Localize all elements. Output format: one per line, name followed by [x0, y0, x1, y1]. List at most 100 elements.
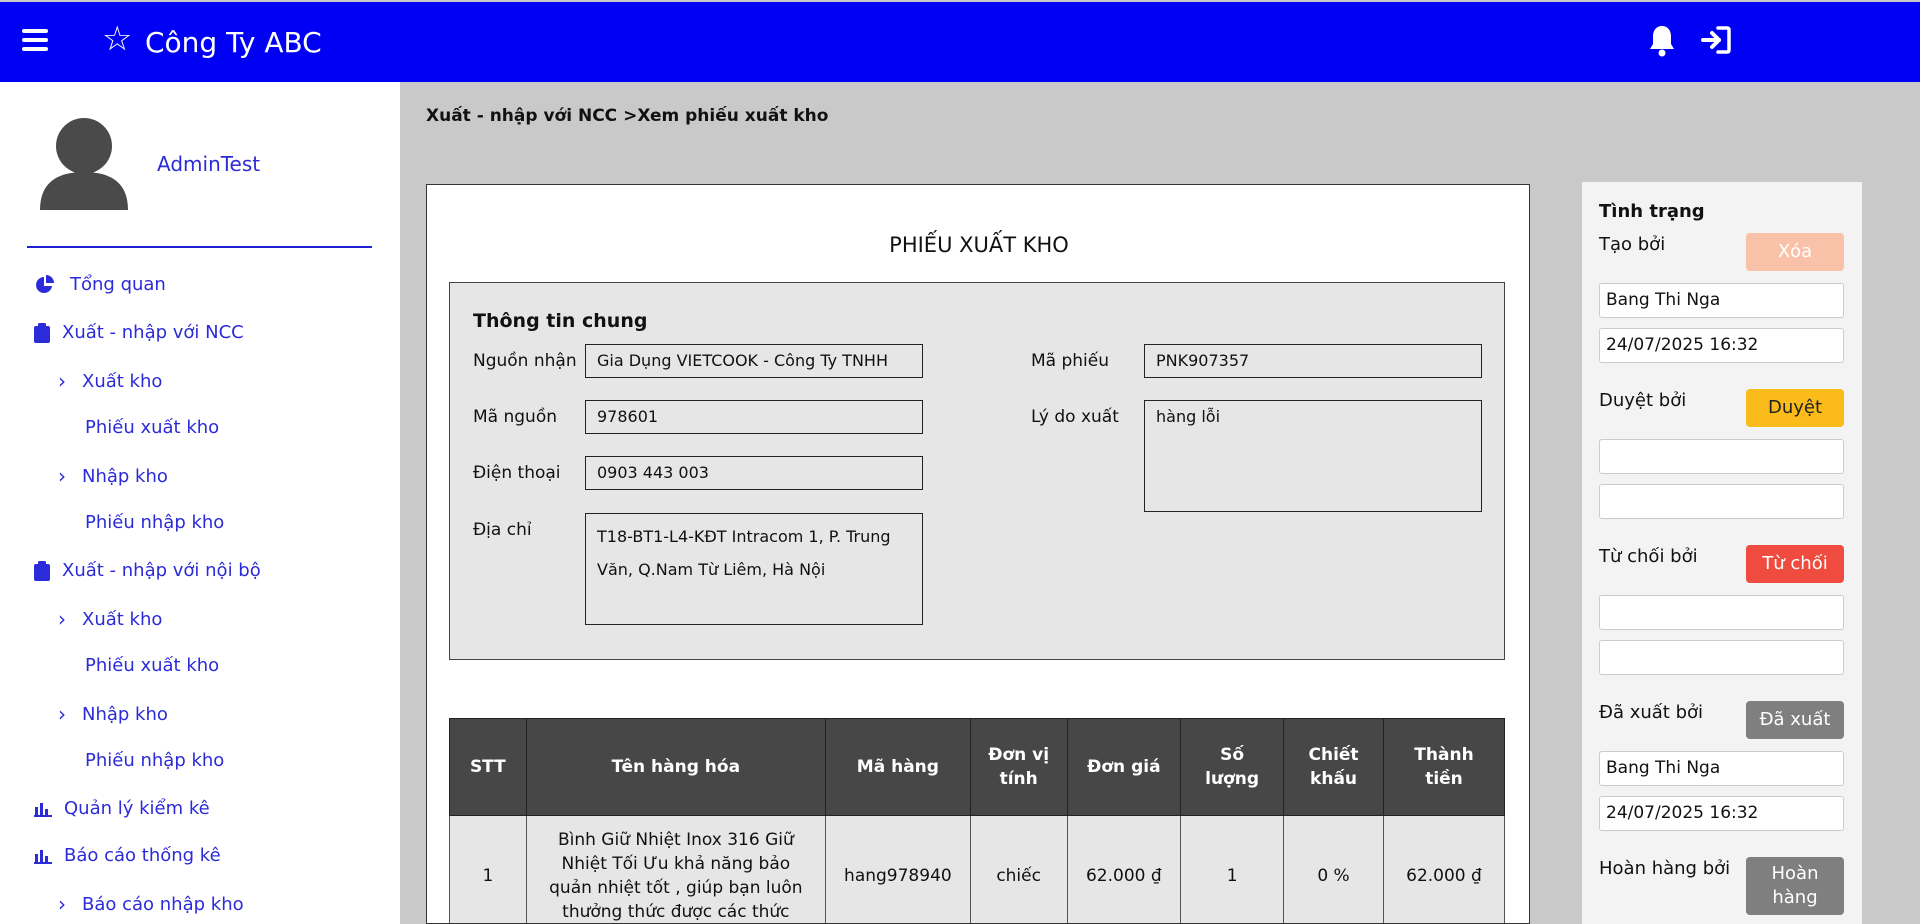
- phone-label: Điện thoại: [473, 463, 561, 483]
- slip-code-field[interactable]: PNK907357: [1144, 344, 1482, 378]
- bar-chart-icon: [34, 802, 52, 817]
- nav-internal[interactable]: Xuất - nhập với nội bộ: [34, 560, 261, 581]
- delete-button[interactable]: Xóa: [1746, 233, 1844, 271]
- nav-internal-label: Xuất - nhập với nội bộ: [62, 560, 261, 581]
- star-icon: ☆: [102, 19, 133, 59]
- returned-by-label: Hoàn hàng bởi: [1599, 858, 1731, 879]
- nav-overview-label: Tổng quan: [70, 274, 166, 295]
- status-title: Tình trạng: [1599, 201, 1705, 222]
- nav-internal-export[interactable]: › Xuất kho: [58, 607, 162, 631]
- nav-ncc-export-slip[interactable]: Phiếu xuất kho: [85, 417, 219, 438]
- general-info-box: Thông tin chung Nguồn nhận Gia Dụng VIET…: [449, 282, 1505, 660]
- chevron-right-icon: ›: [58, 607, 66, 631]
- created-at-field[interactable]: 24/07/2025 16:32: [1599, 328, 1844, 363]
- cell-product-code: hang978940: [824, 815, 971, 923]
- cell-unit: chiếc: [969, 815, 1068, 923]
- nav-ncc[interactable]: Xuất - nhập với NCC: [34, 322, 244, 343]
- nav-overview[interactable]: Tổng quan: [34, 274, 166, 295]
- source-code-label: Mã nguồn: [473, 407, 558, 427]
- col-header: Thành tiền: [1383, 718, 1505, 816]
- nav-ncc-import-slip[interactable]: Phiếu nhập kho: [85, 512, 224, 533]
- rejected-at-field[interactable]: [1599, 640, 1844, 675]
- return-button[interactable]: Hoàn hàng: [1746, 857, 1844, 915]
- items-table: STT Tên hàng hóa Mã hàng Đơn vị tính Đơn…: [449, 718, 1505, 923]
- export-slip: PHIẾU XUẤT KHO Thông tin chung Nguồn nhậ…: [426, 184, 1530, 924]
- col-header: Số lượng: [1180, 718, 1285, 816]
- reason-label: Lý do xuất: [1031, 407, 1119, 427]
- reason-field[interactable]: hàng lỗi: [1144, 400, 1482, 512]
- address-field[interactable]: T18-BT1-L4-KĐT Intracom 1, P. Trung Văn,…: [585, 513, 923, 625]
- nav-internal-import-slip[interactable]: Phiếu nhập kho: [85, 750, 224, 771]
- approved-at-field[interactable]: [1599, 484, 1844, 519]
- table-header-row: STT Tên hàng hóa Mã hàng Đơn vị tính Đơn…: [449, 718, 1505, 816]
- address-label: Địa chỉ: [473, 520, 532, 540]
- chevron-right-icon: ›: [58, 702, 66, 726]
- exported-button[interactable]: Đã xuất: [1746, 701, 1844, 739]
- top-bar: ☆ Công Ty ABC: [0, 2, 1920, 82]
- col-header: STT: [449, 718, 527, 816]
- clipboard-icon: [34, 560, 50, 581]
- company-name: Công Ty ABC: [145, 26, 322, 59]
- source-label: Nguồn nhận: [473, 351, 577, 371]
- bar-chart-icon: [34, 849, 52, 864]
- rejected-by-field[interactable]: [1599, 595, 1844, 630]
- slip-code-label: Mã phiếu: [1031, 351, 1110, 371]
- status-panel: Tình trạng Tạo bởi Xóa Bang Thi Nga 24/0…: [1582, 182, 1862, 924]
- col-header: Tên hàng hóa: [525, 718, 826, 816]
- created-by-label: Tạo bởi: [1599, 234, 1666, 255]
- page-title: PHIẾU XUẤT KHO: [889, 233, 1069, 257]
- pie-chart-icon: [36, 274, 54, 293]
- nav-inventory[interactable]: Quản lý kiểm kê: [34, 798, 210, 819]
- nav-reports-import[interactable]: › Báo cáo nhập kho: [58, 892, 244, 916]
- created-by-field[interactable]: Bang Thi Nga: [1599, 283, 1844, 318]
- clipboard-icon: [34, 322, 50, 343]
- nav-reports[interactable]: Báo cáo thống kê: [34, 845, 221, 866]
- nav-ncc-label: Xuất - nhập với NCC: [62, 322, 244, 343]
- sidebar-divider: [27, 246, 372, 248]
- phone-field[interactable]: 0903 443 003: [585, 456, 923, 490]
- rejected-by-label: Từ chối bởi: [1599, 546, 1698, 567]
- nav-ncc-export-label: Xuất kho: [82, 370, 163, 392]
- reject-button[interactable]: Từ chối: [1746, 545, 1844, 583]
- breadcrumb: Xuất - nhập với NCC >Xem phiếu xuất kho: [426, 106, 829, 126]
- nav-reports-import-label: Báo cáo nhập kho: [82, 893, 244, 915]
- nav-internal-export-label: Xuất kho: [82, 608, 163, 630]
- approved-by-label: Duyệt bởi: [1599, 390, 1687, 411]
- bell-icon[interactable]: [1648, 24, 1676, 58]
- nav-ncc-import-label: Nhập kho: [82, 465, 168, 487]
- cell-discount: 0 %: [1283, 815, 1384, 923]
- col-header: Mã hàng: [824, 718, 971, 816]
- exported-by-field[interactable]: Bang Thi Nga: [1599, 751, 1844, 786]
- approve-button[interactable]: Duyệt: [1746, 389, 1844, 427]
- user-avatar-icon: [40, 118, 128, 210]
- nav-inventory-label: Quản lý kiểm kê: [64, 798, 210, 819]
- nav-ncc-export[interactable]: › Xuất kho: [58, 369, 162, 393]
- chevron-right-icon: ›: [58, 892, 66, 916]
- nav-internal-export-slip-label: Phiếu xuất kho: [85, 655, 220, 676]
- nav-internal-import[interactable]: › Nhập kho: [58, 702, 168, 726]
- table-row[interactable]: 1 Bình Giữ Nhiệt Inox 316 Giữ Nhiệt Tối …: [449, 815, 1505, 923]
- source-field[interactable]: Gia Dụng VIETCOOK - Công Ty TNHH: [585, 344, 923, 378]
- chevron-right-icon: ›: [58, 369, 66, 393]
- nav-internal-export-slip[interactable]: Phiếu xuất kho: [85, 655, 219, 676]
- cell-product-name: Bình Giữ Nhiệt Inox 316 Giữ Nhiệt Tối Ưu…: [525, 815, 826, 923]
- nav-ncc-import-slip-label: Phiếu nhập kho: [85, 512, 225, 533]
- exported-at-field[interactable]: 24/07/2025 16:32: [1599, 796, 1844, 831]
- cell-total: 62.000 ₫: [1383, 815, 1505, 923]
- source-code-field[interactable]: 978601: [585, 400, 923, 434]
- nav-ncc-import[interactable]: › Nhập kho: [58, 464, 168, 488]
- approved-by-field[interactable]: [1599, 439, 1844, 474]
- chevron-right-icon: ›: [58, 464, 66, 488]
- nav-internal-import-label: Nhập kho: [82, 703, 168, 725]
- nav-internal-import-slip-label: Phiếu nhập kho: [85, 750, 225, 771]
- login-icon[interactable]: [1700, 24, 1732, 56]
- exported-by-label: Đã xuất bởi: [1599, 702, 1704, 723]
- col-header: Chiết khấu: [1283, 718, 1384, 816]
- nav-reports-label: Báo cáo thống kê: [64, 845, 221, 866]
- cell-unit-price: 62.000 ₫: [1066, 815, 1182, 923]
- nav-ncc-export-slip-label: Phiếu xuất kho: [85, 417, 220, 438]
- username[interactable]: AdminTest: [157, 152, 260, 176]
- hamburger-menu-icon[interactable]: [22, 29, 48, 51]
- col-header: Đơn giá: [1066, 718, 1182, 816]
- cell-index: 1: [449, 815, 527, 923]
